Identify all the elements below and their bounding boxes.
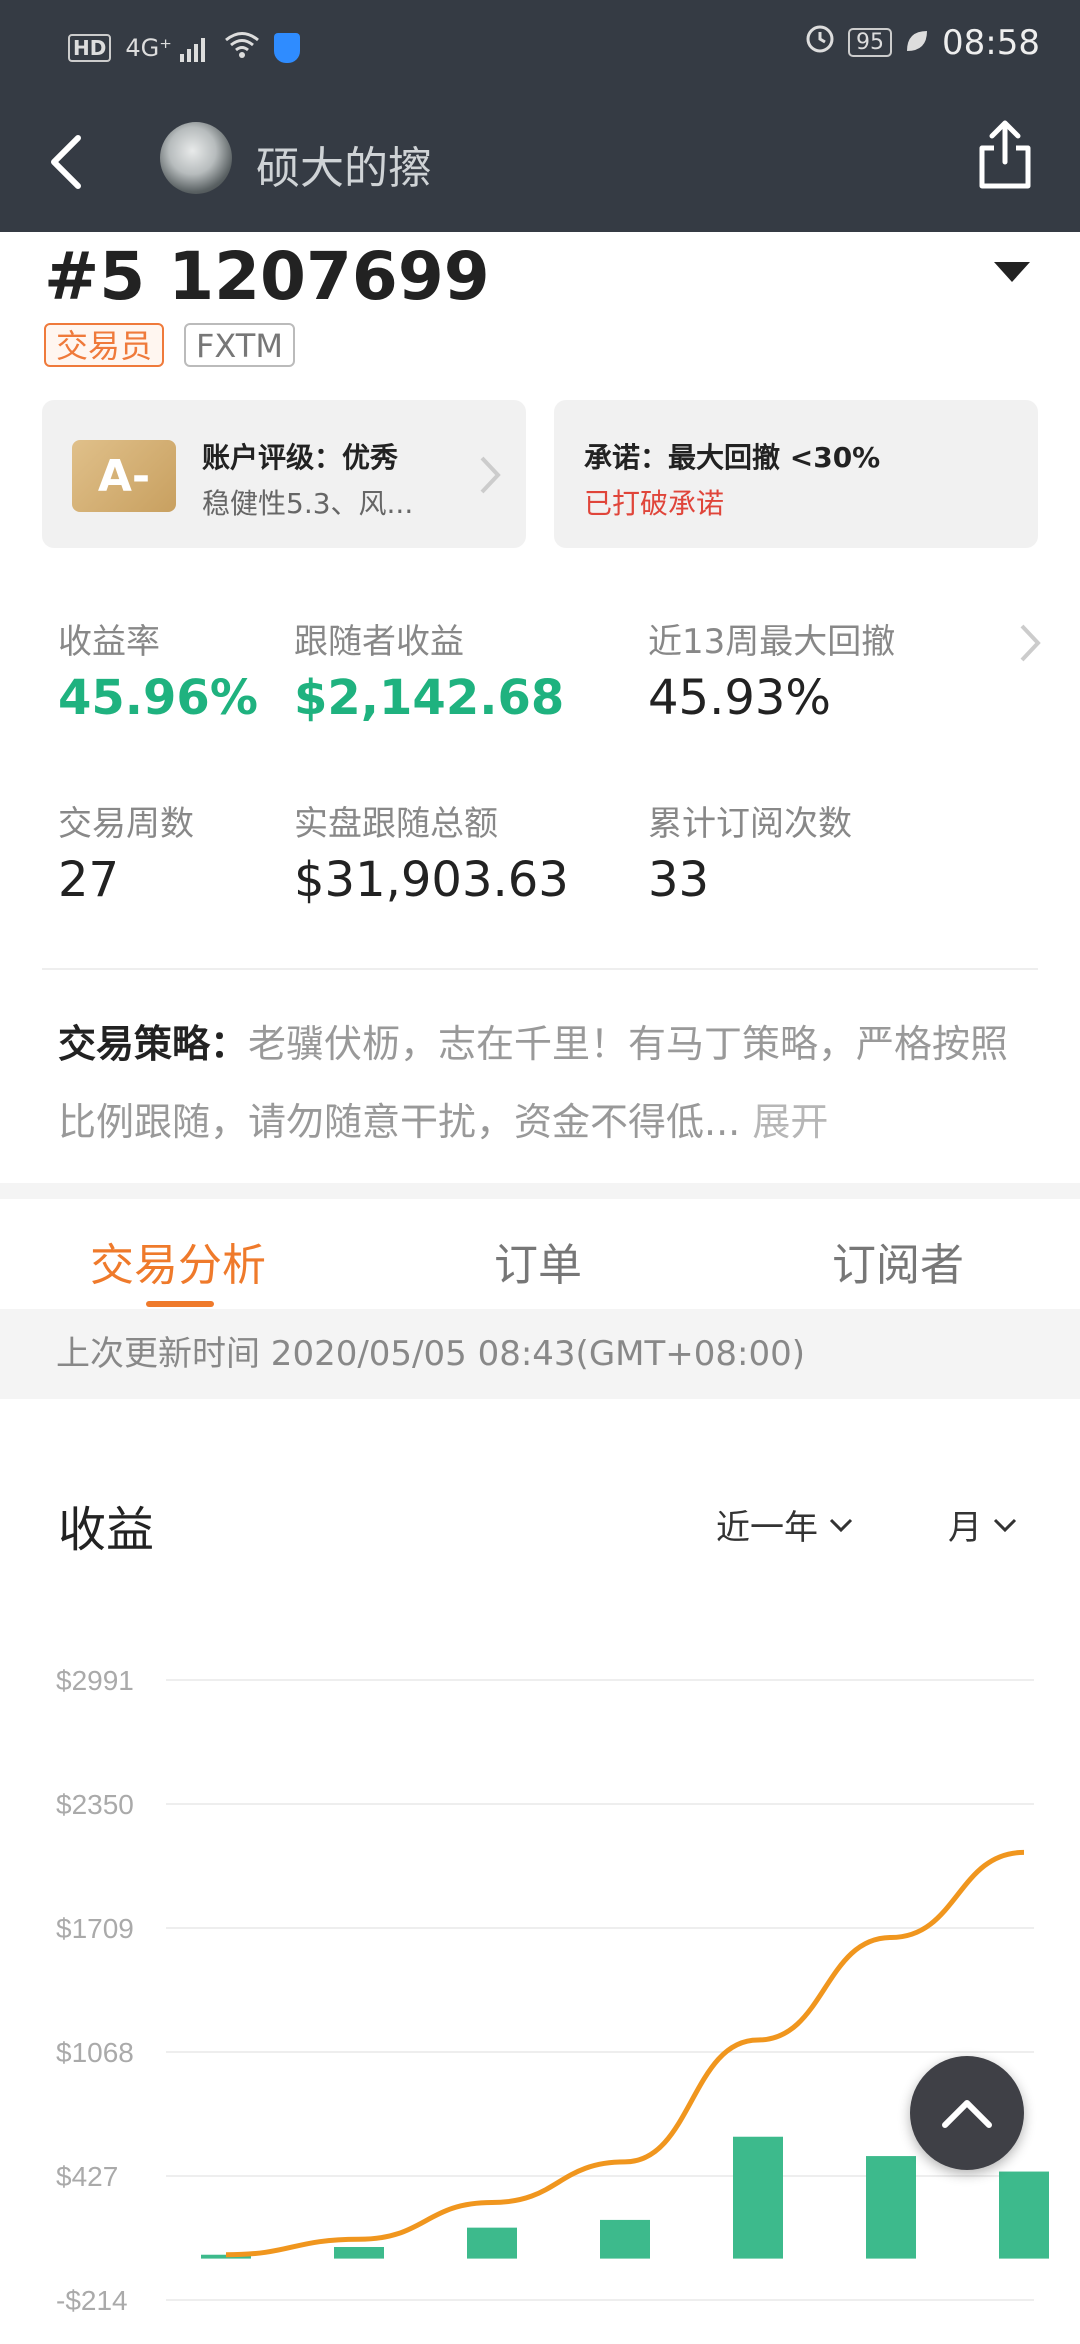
bar bbox=[733, 2136, 783, 2259]
y-tick-label: $2991 bbox=[56, 1665, 134, 1696]
stat-label-return: 收益率 bbox=[58, 622, 160, 662]
rating-title: 账户评级：优秀 bbox=[202, 441, 399, 474]
rating-card[interactable]: A- 账户评级：优秀 稳健性5.3、风... bbox=[42, 400, 526, 548]
divider bbox=[42, 968, 1038, 970]
promise-status: 已打破承诺 bbox=[584, 487, 725, 520]
trader-name: 硕大的擦 bbox=[256, 143, 432, 194]
expand-link[interactable]: 展开 bbox=[752, 1100, 828, 1144]
y-tick-label: $2350 bbox=[56, 1789, 134, 1820]
tab-orders[interactable]: 订单 bbox=[494, 1229, 582, 1293]
alarm-icon bbox=[804, 22, 836, 63]
update-time: 上次更新时间 2020/05/05 08:43(GMT+08:00) bbox=[56, 1334, 806, 1374]
scroll-top-button[interactable] bbox=[910, 2056, 1024, 2170]
bar bbox=[334, 2246, 384, 2259]
stat-value-follower-profit: $2,142.68 bbox=[294, 670, 565, 726]
stat-label-subscriptions: 累计订阅次数 bbox=[648, 804, 852, 844]
tab-trade-analysis[interactable]: 交易分析 bbox=[90, 1229, 266, 1293]
share-icon[interactable] bbox=[970, 118, 1040, 192]
y-tick-label: $427 bbox=[56, 2161, 118, 2192]
y-tick-label: $1709 bbox=[56, 1913, 134, 1944]
tab-indicator bbox=[146, 1301, 214, 1307]
chevron-right-icon[interactable] bbox=[1014, 618, 1044, 668]
period-select-label: 月 bbox=[948, 1508, 982, 1548]
clock: 08:58 bbox=[942, 22, 1040, 63]
grade-badge: A- bbox=[72, 440, 176, 512]
promise-title: 承诺：最大回撤 <30% bbox=[584, 441, 881, 474]
nav-bar: 硕大的擦 bbox=[0, 92, 1080, 232]
chevron-up-icon bbox=[942, 2100, 992, 2128]
leaf-icon bbox=[904, 23, 930, 63]
chevron-down-icon bbox=[829, 1518, 853, 1532]
back-icon[interactable] bbox=[40, 132, 100, 192]
y-tick-label: -$214 bbox=[56, 2285, 128, 2316]
rating-subtitle: 稳健性5.3、风... bbox=[202, 487, 414, 520]
shield-icon bbox=[273, 33, 300, 63]
profit-title: 收益 bbox=[58, 1502, 155, 1558]
bar bbox=[866, 2156, 916, 2259]
hd-indicator: HD bbox=[68, 34, 112, 62]
battery-indicator: 95 bbox=[848, 28, 893, 57]
stat-label-drawdown: 近13周最大回撤 bbox=[648, 622, 896, 662]
avatar[interactable] bbox=[160, 122, 232, 194]
dropdown-arrow-icon[interactable] bbox=[994, 262, 1030, 282]
bar bbox=[600, 2219, 650, 2259]
broker-tag: FXTM bbox=[184, 323, 295, 367]
stat-value-weeks: 27 bbox=[58, 852, 120, 908]
stat-value-total-follow: $31,903.63 bbox=[294, 852, 569, 908]
range-select[interactable]: 近一年 bbox=[716, 1500, 854, 1549]
network-type: 4G⁺ bbox=[125, 34, 172, 62]
stat-label-follower-profit: 跟随者收益 bbox=[294, 622, 464, 662]
bar bbox=[999, 2171, 1049, 2259]
wifi-icon bbox=[224, 28, 260, 68]
promise-card[interactable]: 承诺：最大回撤 <30% 已打破承诺 bbox=[554, 400, 1038, 548]
signal-icon: 4G⁺ bbox=[125, 34, 209, 62]
stat-label-total-follow: 实盘跟随总额 bbox=[294, 804, 498, 844]
range-select-label: 近一年 bbox=[716, 1508, 818, 1548]
profit-chart-svg: $2991 $2350 $1709 $1068 $427 -$214 bbox=[56, 1665, 1049, 2316]
period-select[interactable]: 月 bbox=[948, 1500, 1018, 1549]
status-bar: HD 4G⁺ 95 08:58 bbox=[0, 0, 1080, 92]
stat-value-subscriptions: 33 bbox=[648, 852, 710, 908]
account-id: #5 1207699 bbox=[44, 238, 490, 315]
strategy-label: 交易策略： bbox=[58, 1022, 249, 1066]
bar bbox=[467, 2227, 517, 2259]
section-separator bbox=[0, 1183, 1080, 1199]
chevron-down-icon bbox=[993, 1518, 1017, 1532]
stat-value-drawdown: 45.93% bbox=[648, 670, 832, 726]
tab-bar: 交易分析 订单 订阅者 bbox=[0, 1199, 1080, 1309]
tab-subscribers[interactable]: 订阅者 bbox=[832, 1229, 964, 1293]
strategy-text: 交易策略：老骥伏枥，志在千里！有马丁策略，严格按照比例跟随，请勿随意干扰，资金不… bbox=[58, 1005, 1038, 1161]
update-time-bar: 上次更新时间 2020/05/05 08:43(GMT+08:00) bbox=[0, 1309, 1080, 1399]
stat-label-weeks: 交易周数 bbox=[58, 804, 194, 844]
stat-value-return: 45.96% bbox=[58, 670, 258, 726]
y-tick-label: $1068 bbox=[56, 2037, 134, 2068]
chevron-right-icon bbox=[474, 450, 504, 500]
profit-chart: $2991 $2350 $1709 $1068 $427 -$214 bbox=[0, 1620, 1080, 2340]
trader-tag: 交易员 bbox=[44, 323, 165, 367]
